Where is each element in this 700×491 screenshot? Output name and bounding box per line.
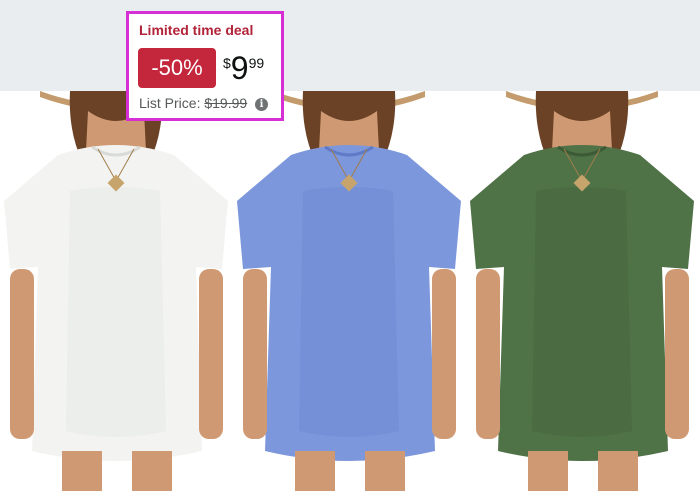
deal-price-box: Limited time deal -50% $999 List Price: … <box>126 11 284 121</box>
left-leg <box>62 451 102 491</box>
product-image-white[interactable] <box>0 91 233 491</box>
right-arm <box>199 269 223 439</box>
left-leg <box>295 451 335 491</box>
model-illustration <box>237 91 461 491</box>
model-illustration <box>4 91 228 491</box>
product-image-blue[interactable] <box>233 91 466 491</box>
left-arm <box>10 269 34 439</box>
list-price-value: $19.99 <box>204 95 248 111</box>
right-leg <box>598 451 638 491</box>
right-arm <box>665 269 689 439</box>
model-illustration <box>470 91 694 491</box>
price-whole: 9 <box>230 50 249 86</box>
product-image-green[interactable] <box>466 91 699 491</box>
product-page: Limited time deal -50% $999 List Price: … <box>0 0 700 491</box>
left-leg <box>528 451 568 491</box>
price-currency-symbol: $ <box>223 55 231 71</box>
list-price: List Price: $19.99 i <box>139 95 269 111</box>
shirt-shading <box>66 187 166 437</box>
shirt-shading <box>299 187 399 437</box>
shirt-shading <box>532 187 632 437</box>
left-arm <box>476 269 500 439</box>
left-arm <box>243 269 267 439</box>
current-price: $999 <box>223 50 264 86</box>
right-leg <box>365 451 405 491</box>
price-fraction: 99 <box>248 55 265 71</box>
header-band <box>0 0 700 91</box>
right-leg <box>132 451 172 491</box>
limited-time-deal-label: Limited time deal <box>139 22 254 38</box>
info-icon[interactable]: i <box>255 98 269 111</box>
discount-badge: -50% <box>138 48 216 88</box>
right-arm <box>432 269 456 439</box>
list-price-label: List Price: <box>139 95 201 111</box>
product-image-strip <box>0 91 700 491</box>
